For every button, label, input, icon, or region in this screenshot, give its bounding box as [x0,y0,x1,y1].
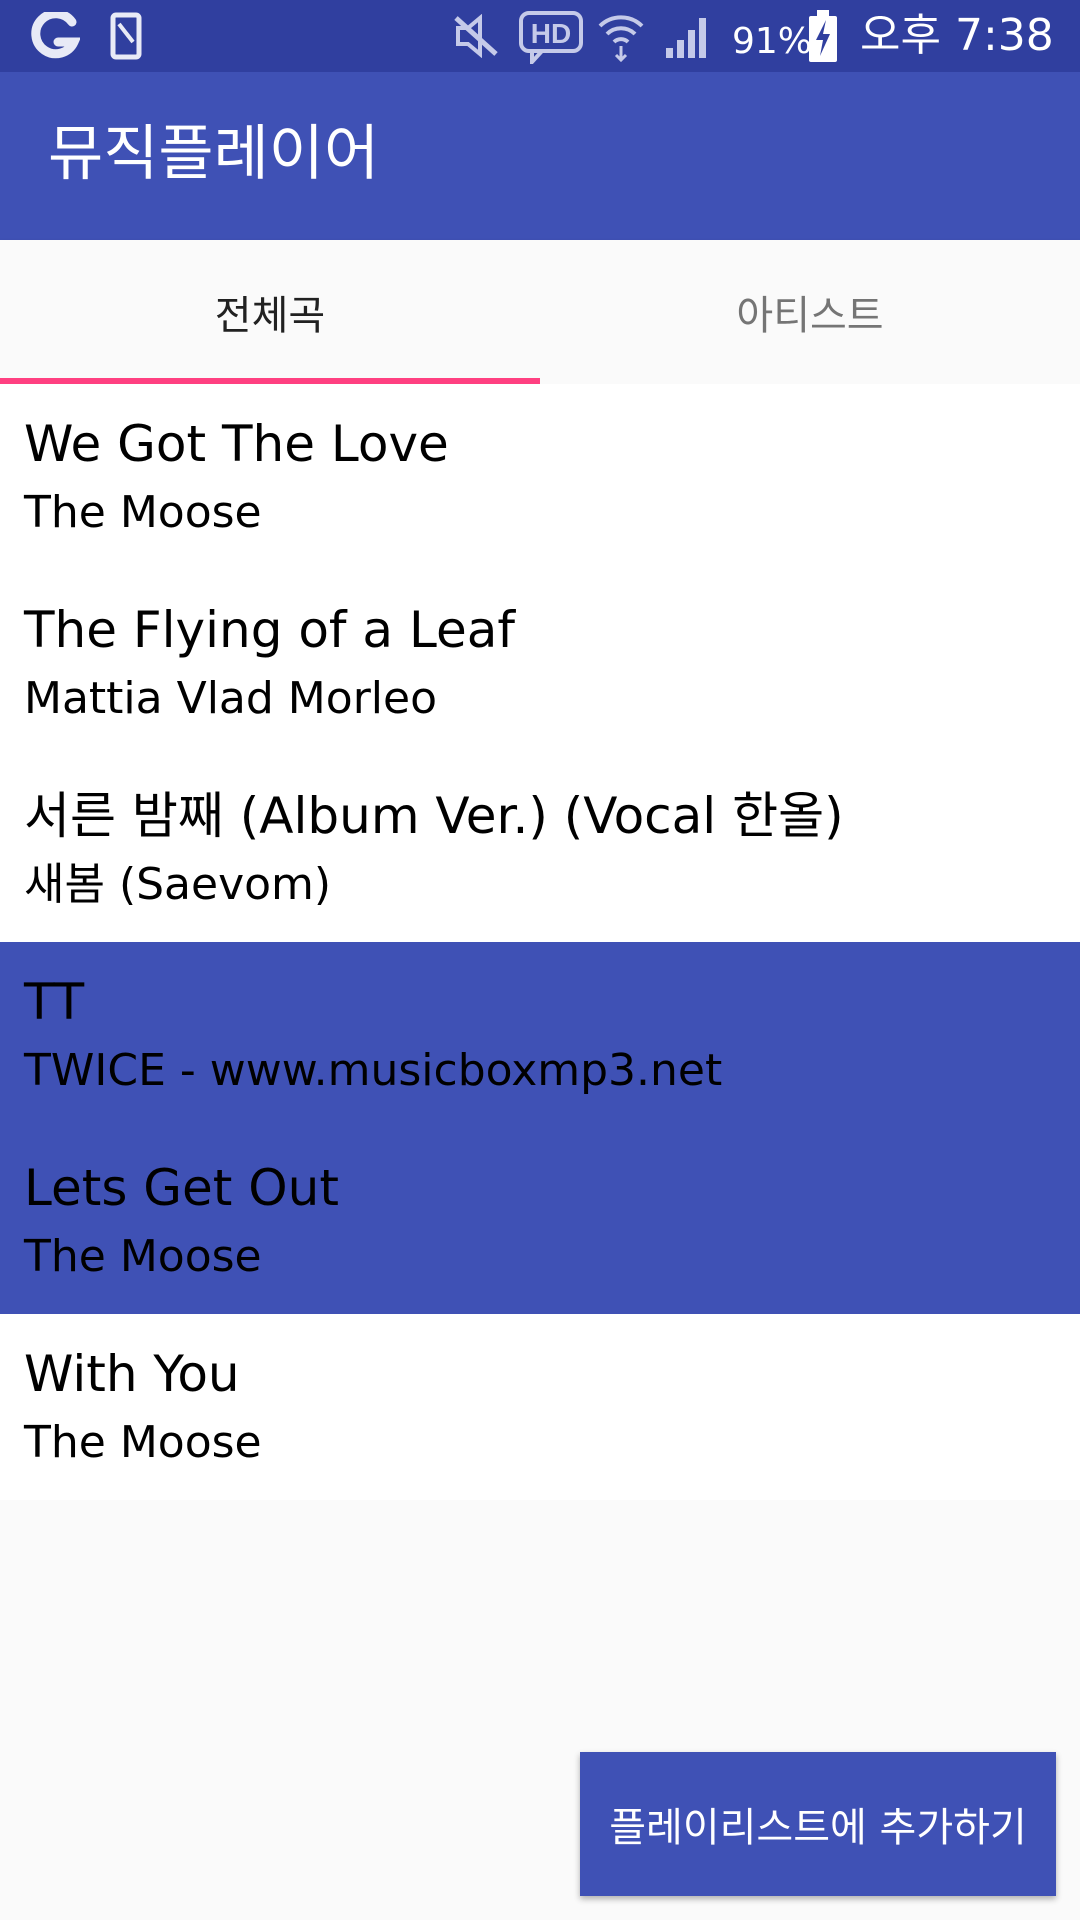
song-artist: TWICE - www.musicboxmp3.net [24,1045,723,1096]
song-title: With You [24,1345,240,1403]
signal-icon [666,18,706,58]
add-to-playlist-button[interactable]: 플레이리스트에 추가하기 [580,1752,1056,1896]
phone-icon [110,12,142,60]
song-list: We Got The Love The Moose The Flying of … [0,384,1080,1500]
status-bar: HD 91% 오후 7:38 [0,0,1080,72]
song-title: Lets Get Out [24,1159,339,1217]
song-title: The Flying of a Leaf [24,601,515,659]
song-item-selected[interactable]: Lets Get Out The Moose [0,1128,1080,1314]
hd-icon: HD [519,11,583,64]
clock: 오후 7:38 [860,10,1054,61]
song-artist: Mattia Vlad Morleo [24,673,437,724]
g-icon [31,12,80,59]
song-artist: The Moose [24,487,262,538]
song-title: 서른 밤째 (Album Ver.) (Vocal 한올) [24,787,844,845]
battery-percent: 91% [732,21,813,62]
app-bar: 뮤직플레이어 [0,72,1080,240]
song-item[interactable]: The Flying of a Leaf Mattia Vlad Morleo [0,570,1080,756]
song-item[interactable]: With You The Moose [0,1314,1080,1500]
song-item[interactable]: 서른 밤째 (Album Ver.) (Vocal 한올) 새봄 (Saevom… [0,756,1080,942]
app-title: 뮤직플레이어 [48,119,380,189]
battery-charging-icon [809,10,837,62]
tab-all-songs[interactable]: 전체곡 [0,240,540,384]
song-item-selected[interactable]: TT TWICE - www.musicboxmp3.net [0,942,1080,1128]
song-artist: The Moose [24,1417,262,1468]
song-artist: The Moose [24,1231,262,1282]
wifi-icon [598,15,644,62]
song-item[interactable]: We Got The Love The Moose [0,384,1080,570]
song-title: TT [24,973,85,1031]
tab-bar: 전체곡 아티스트 [0,240,1080,384]
song-title: We Got The Love [24,415,449,473]
svg-text:HD: HD [531,18,571,49]
song-artist: 새봄 (Saevom) [24,859,332,910]
mute-icon [454,14,498,58]
tab-artists[interactable]: 아티스트 [540,240,1080,384]
